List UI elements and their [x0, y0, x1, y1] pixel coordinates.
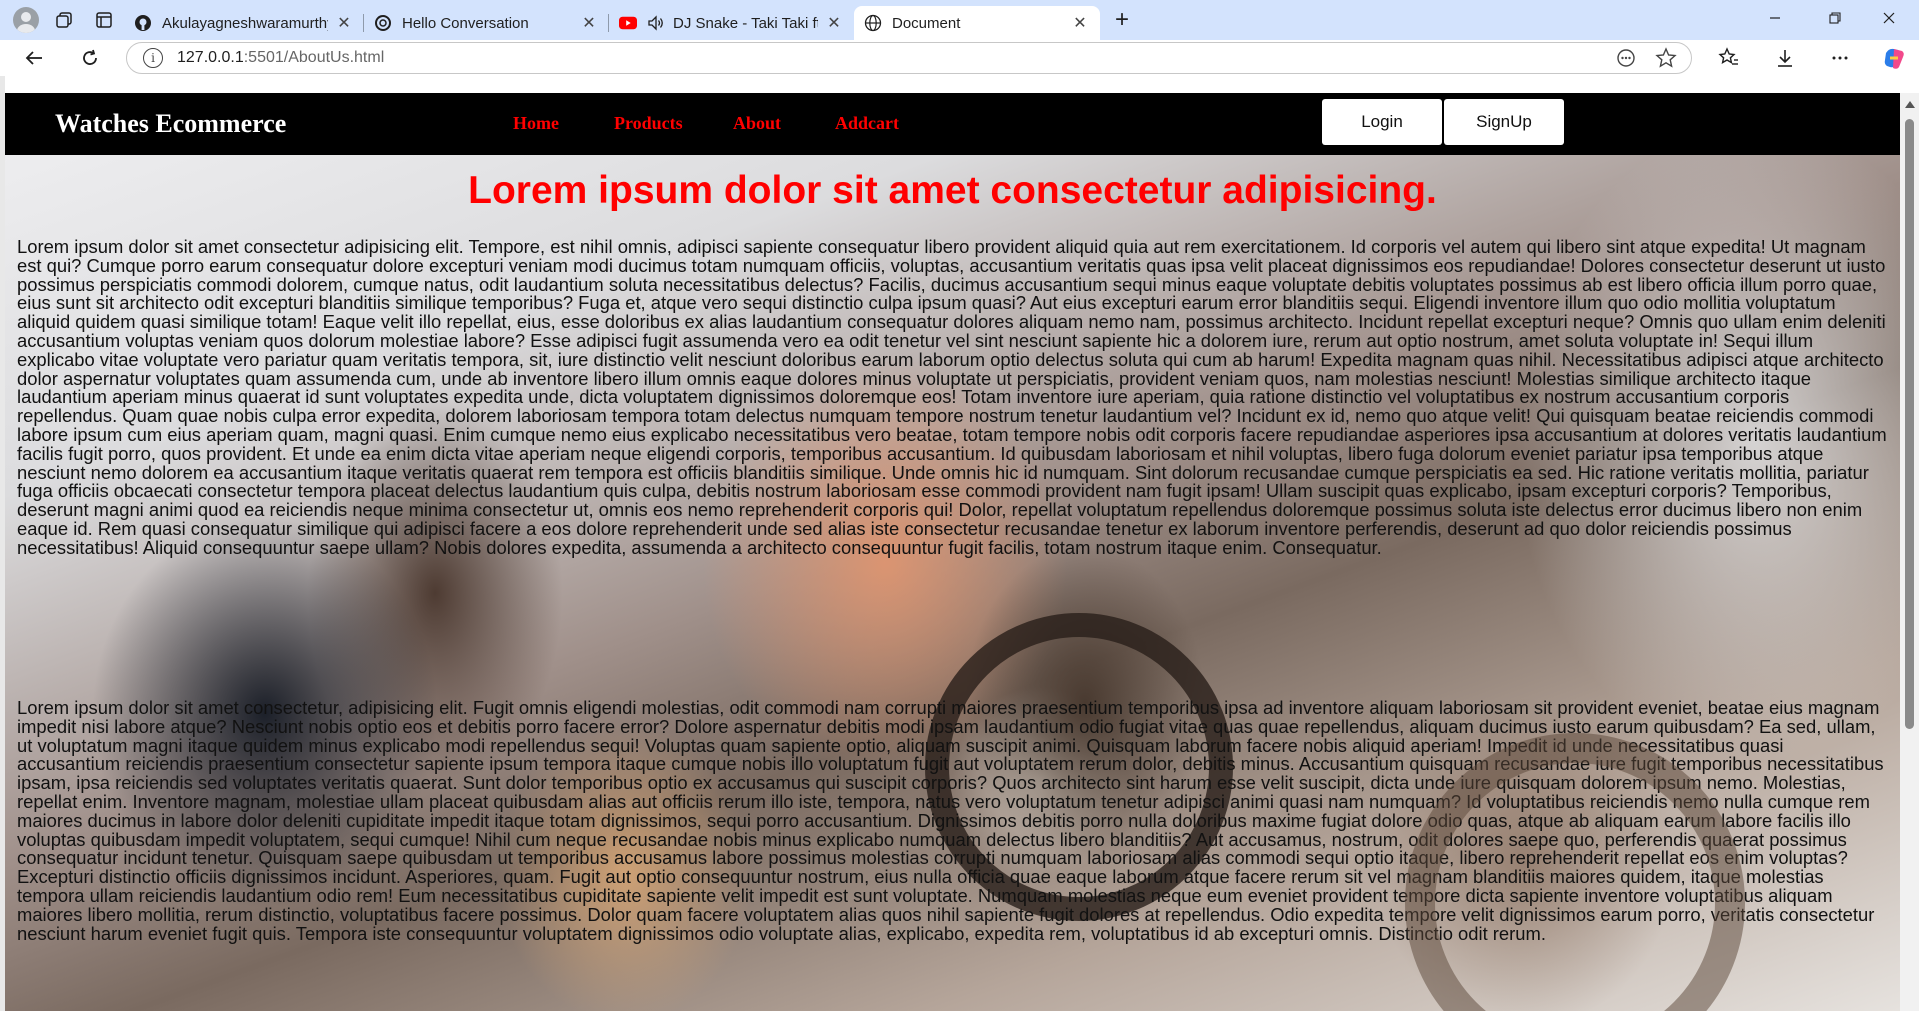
tab-hello-conversation[interactable]: Hello Conversation ✕ [364, 6, 609, 40]
new-tab-button[interactable]: + [1104, 2, 1140, 38]
page-headline: Lorem ipsum dolor sit amet consectetur a… [468, 169, 1437, 212]
tab-actions-icon [96, 12, 112, 28]
site-navbar: Watches Ecommerce Home Products About Ad… [5, 93, 1900, 155]
site-brand[interactable]: Watches Ecommerce [55, 109, 286, 139]
plus-icon: + [1114, 6, 1129, 33]
restore-button[interactable] [1805, 0, 1865, 36]
page-scrollbar[interactable] [1900, 93, 1919, 1011]
speaker-icon[interactable] [647, 14, 665, 32]
address-bar[interactable]: i 127.0.0.1:5501/AboutUs.html [126, 42, 1692, 74]
more-dots-icon [1832, 56, 1848, 60]
scroll-up-arrow-icon[interactable] [1905, 101, 1915, 108]
read-aloud-icon[interactable] [1615, 47, 1637, 74]
tab-close-button[interactable]: ✕ [334, 13, 354, 33]
globe-icon [864, 14, 882, 32]
scrollbar-thumb[interactable] [1905, 119, 1914, 729]
downloads-button[interactable] [1767, 40, 1803, 76]
tab-close-button[interactable]: ✕ [579, 13, 599, 33]
favorite-star-icon[interactable] [1655, 47, 1677, 74]
login-button[interactable]: Login [1322, 99, 1442, 145]
url-path: :5501/AboutUs.html [243, 49, 385, 66]
url-host: 127.0.0.1 [177, 49, 244, 66]
vertical-tabs-button[interactable] [84, 2, 124, 38]
signup-button[interactable]: SignUp [1444, 99, 1564, 145]
copilot-button[interactable] [1876, 40, 1912, 76]
nav-link-addcart[interactable]: Addcart [835, 113, 899, 134]
about-paragraph-1: Lorem ipsum dolor sit amet consectetur a… [17, 236, 1887, 558]
tab-youtube[interactable]: DJ Snake - Taki Taki ft. Selena ✕ [609, 6, 854, 40]
minimize-icon [1770, 17, 1780, 19]
github-icon [134, 14, 152, 32]
refresh-button[interactable] [72, 40, 108, 76]
url-text[interactable]: 127.0.0.1:5501/AboutUs.html [177, 49, 384, 67]
page-top-gap [5, 76, 1900, 93]
profile-avatar-icon [13, 7, 39, 33]
restore-icon [1829, 12, 1841, 24]
tab-title: Akulayagneshwaramurthy/Fresh-l [162, 14, 328, 32]
about-paragraph-2: Lorem ipsum dolor sit amet consectetur, … [17, 697, 1884, 944]
omnibox-actions [1615, 47, 1677, 74]
workspaces-button[interactable] [44, 2, 84, 38]
nav-link-about[interactable]: About [733, 113, 781, 134]
download-icon [1778, 50, 1792, 67]
profile-button[interactable] [8, 2, 44, 38]
page-viewport: Watches Ecommerce Home Products About Ad… [5, 93, 1900, 1011]
close-icon [1883, 12, 1895, 24]
nav-link-home[interactable]: Home [513, 113, 559, 134]
close-window-button[interactable] [1859, 0, 1919, 36]
browser-toolbar: i 127.0.0.1:5501/AboutUs.html [0, 40, 1919, 76]
refresh-icon [83, 49, 97, 65]
tab-document[interactable]: Document ✕ [854, 6, 1100, 40]
minimize-button[interactable] [1745, 0, 1805, 36]
tab-close-button[interactable]: ✕ [1070, 13, 1090, 33]
site-info-icon[interactable]: i [143, 48, 163, 68]
back-button[interactable] [16, 40, 52, 76]
tab-github[interactable]: Akulayagneshwaramurthy/Fresh-l ✕ [124, 6, 364, 40]
copilot-icon [1884, 48, 1904, 69]
settings-more-button[interactable] [1822, 40, 1858, 76]
openai-icon [374, 14, 392, 32]
nav-link-products[interactable]: Products [614, 113, 683, 134]
tab-close-button[interactable]: ✕ [824, 13, 844, 33]
favorites-icon [1718, 47, 1738, 65]
tab-title: Document [892, 14, 961, 32]
workspaces-icon [56, 12, 72, 28]
youtube-icon [619, 14, 637, 32]
tab-title: Hello Conversation [402, 14, 529, 32]
browser-tab-strip: Akulayagneshwaramurthy/Fresh-l ✕ Hello C… [0, 0, 1919, 40]
arrow-left-icon [25, 51, 42, 65]
favorites-button[interactable] [1711, 40, 1747, 76]
tab-title: DJ Snake - Taki Taki ft. Selena [673, 14, 818, 32]
